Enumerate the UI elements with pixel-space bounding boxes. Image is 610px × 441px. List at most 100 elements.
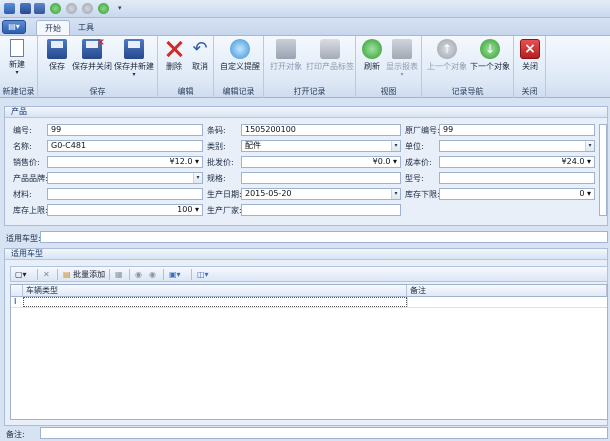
wholesale-price-input[interactable]: ¥0.0 ▾ xyxy=(241,156,401,168)
vehicle-type-input[interactable] xyxy=(40,231,608,243)
quick-refresh-icon[interactable] xyxy=(50,3,61,14)
quick-save-icon[interactable] xyxy=(20,3,31,14)
cancel-button[interactable]: ↶ 取消 xyxy=(190,39,210,72)
spin-icon[interactable]: ▾ xyxy=(192,157,199,166)
chevron-down-icon[interactable]: ▾ xyxy=(193,173,202,183)
chevron-down-icon: ▾ xyxy=(15,69,19,76)
undo-icon: ↶ xyxy=(192,38,208,59)
remark-input[interactable] xyxy=(40,427,608,439)
prev-object-button[interactable]: ↑ 上一个对象 xyxy=(427,39,467,72)
next-object-button[interactable]: ↓ 下一个对象 xyxy=(470,39,510,72)
next-icon[interactable]: ◉ xyxy=(149,269,156,280)
export-icon[interactable]: ▣▾ xyxy=(169,269,181,280)
application-menu-button[interactable]: ▤▾ xyxy=(2,20,26,34)
custom-reminder-button[interactable]: 自定义提醒 xyxy=(220,39,260,72)
name-input[interactable]: G0-C481 xyxy=(47,140,203,152)
chevron-down-icon[interactable]: ▾ xyxy=(391,189,400,199)
factory-code-input[interactable]: 99 xyxy=(439,124,595,136)
table-row[interactable]: I xyxy=(11,297,607,308)
print-icon[interactable]: ◫▾ xyxy=(197,269,209,280)
show-report-button[interactable]: 显示报表 ▾ xyxy=(386,39,418,78)
form-body: 产品 编号: 99 条码: 1505200100 原厂编号: 99 名称: G0… xyxy=(0,98,610,441)
group-record-navigation: ↑ 上一个对象 ↓ 下一个对象 记录导航 xyxy=(422,36,514,98)
new-row-icon[interactable]: ▢▾ xyxy=(15,269,27,280)
vehicle-section-title: 适用车型 xyxy=(5,249,607,260)
delete-button[interactable]: 删除 xyxy=(164,39,184,72)
chevron-down-icon: ▾ xyxy=(400,71,404,78)
text-cursor-icon: I xyxy=(14,297,17,306)
close-icon: × xyxy=(520,39,540,59)
product-section-title: 产品 xyxy=(5,107,607,118)
new-doc-icon xyxy=(10,39,24,57)
chevron-down-icon[interactable]: ▾ xyxy=(585,141,594,151)
category-select[interactable]: 配件 ▾ xyxy=(241,140,401,152)
batch-add-icon: ▤ xyxy=(63,270,71,279)
batch-add-button[interactable]: ▤ 批量添加 xyxy=(63,269,105,280)
grid-toolbar: ▢▾ ✕ ▤ 批量添加 ▦ ◉ ◉ ▣▾ ◫▾ xyxy=(10,266,608,282)
stock-max-input[interactable]: 100 ▾ xyxy=(47,204,203,216)
ribbon: 新建 ▾ 新建记录 保存 × 保存并关闭 保存并新建 ▾ 保存 删除 ↶ 取消 xyxy=(0,35,610,98)
save-button[interactable]: 保存 xyxy=(47,39,67,72)
prev-icon[interactable]: ◉ xyxy=(135,269,142,280)
sale-price-input[interactable]: ¥12.0 ▾ xyxy=(47,156,203,168)
quick-access-dropdown-icon[interactable]: ▾ xyxy=(118,4,122,12)
save-icon xyxy=(47,39,67,59)
product-image-box[interactable] xyxy=(599,124,607,216)
spin-icon[interactable]: ▾ xyxy=(584,189,591,198)
delete-row-icon[interactable]: ✕ xyxy=(43,269,50,280)
group-edit: 删除 ↶ 取消 编辑 xyxy=(158,36,214,98)
tab-tools[interactable]: 工具 xyxy=(70,20,102,36)
report-icon xyxy=(392,39,412,59)
chevron-down-icon[interactable]: ▾ xyxy=(391,141,400,151)
title-bar: ▾ xyxy=(0,0,610,18)
remark-label: 备注: xyxy=(6,430,25,439)
column-header-remark[interactable]: 备注 xyxy=(407,285,607,297)
quick-save-close-icon[interactable] xyxy=(34,3,45,14)
manufacturer-input[interactable] xyxy=(241,204,401,216)
spin-icon[interactable]: ▾ xyxy=(192,205,199,214)
quick-next-icon[interactable] xyxy=(82,3,93,14)
code-input[interactable]: 99 xyxy=(47,124,203,136)
new-button[interactable]: 新建 ▾ xyxy=(9,39,25,76)
unit-select[interactable]: ▾ xyxy=(439,140,595,152)
cost-price-input[interactable]: ¥24.0 ▾ xyxy=(439,156,595,168)
save-close-button[interactable]: × 保存并关闭 xyxy=(72,37,112,72)
spin-icon[interactable]: ▾ xyxy=(390,157,397,166)
reminder-icon xyxy=(230,39,250,59)
save-close-icon: × xyxy=(82,37,105,59)
row-indicator-header xyxy=(11,285,23,297)
quick-down-icon[interactable] xyxy=(98,3,109,14)
open-object-button[interactable]: 打开对象 xyxy=(270,39,302,72)
refresh-button[interactable]: 刷新 xyxy=(362,39,382,72)
group-edit-record: 自定义提醒 编辑记录 xyxy=(214,36,264,98)
production-date-picker[interactable]: 2015-05-20 ▾ xyxy=(241,188,401,200)
delete-icon xyxy=(164,39,184,59)
ribbon-tab-bar: ▤▾ 开始 工具 xyxy=(0,18,610,36)
grid-cell-remark[interactable] xyxy=(407,297,607,307)
barcode-input[interactable]: 1505200100 xyxy=(241,124,401,136)
vehicle-type-label: 适用车型: xyxy=(6,234,41,243)
app-icon xyxy=(4,3,15,14)
arrow-down-icon: ↓ xyxy=(480,39,500,59)
tab-home[interactable]: 开始 xyxy=(36,20,70,36)
group-new-record: 新建 ▾ 新建记录 xyxy=(0,36,38,98)
grid-cell-vehicle-type[interactable] xyxy=(23,297,407,307)
chevron-down-icon: ▾ xyxy=(132,71,136,78)
save-new-icon xyxy=(124,39,144,59)
close-button[interactable]: × 关闭 xyxy=(520,39,540,72)
stock-min-input[interactable]: 0 ▾ xyxy=(439,188,595,200)
open-object-icon xyxy=(276,39,296,59)
vehicle-type-grid: 车辆类型 备注 I xyxy=(10,284,608,420)
group-close: × 关闭 关闭 xyxy=(514,36,546,98)
spin-icon[interactable]: ▾ xyxy=(584,157,591,166)
brand-select[interactable]: ▾ xyxy=(47,172,203,184)
spec-input[interactable] xyxy=(241,172,401,184)
column-header-vehicle-type[interactable]: 车辆类型 xyxy=(23,285,407,297)
grid-settings-icon[interactable]: ▦ xyxy=(115,269,123,280)
material-input[interactable] xyxy=(47,188,203,200)
group-save: 保存 × 保存并关闭 保存并新建 ▾ 保存 xyxy=(38,36,158,98)
quick-prev-icon[interactable] xyxy=(66,3,77,14)
save-new-button[interactable]: 保存并新建 ▾ xyxy=(114,39,154,78)
print-label-button[interactable]: 打印产品标签 xyxy=(306,39,354,72)
model-input[interactable] xyxy=(439,172,595,184)
